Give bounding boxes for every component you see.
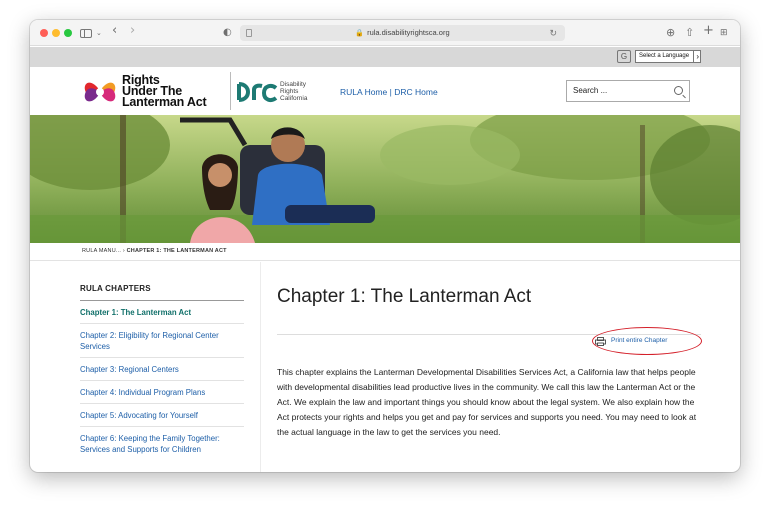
drc-name-line2: Rights	[280, 88, 299, 95]
new-tab-icon[interactable]: +	[703, 23, 714, 39]
browser-window: ⌄ ‹ › ◐ 🔒 rula.disabilityrightsca.org ↻ ⊕…	[30, 20, 740, 472]
rula-logo-icon[interactable]	[82, 74, 118, 110]
drc-home-link[interactable]: DRC Home	[394, 87, 437, 97]
chevron-left-icon[interactable]: ‹	[112, 23, 117, 39]
minimize-window-button[interactable]	[52, 29, 60, 37]
search-placeholder: Search ...	[573, 86, 608, 95]
translate-icon: G	[617, 50, 631, 63]
search-icon[interactable]	[674, 86, 683, 95]
logo-divider	[230, 72, 231, 110]
sidebar-item-chapter-5[interactable]: Chapter 5: Advocating for Yourself	[80, 404, 244, 427]
tab-overview-icon[interactable]: ⊞	[720, 25, 728, 41]
search-input[interactable]: Search ...	[566, 80, 690, 102]
sidebar-toggle-icon[interactable]	[80, 29, 92, 38]
address-url: rula.disabilityrightsca.org	[367, 28, 450, 37]
rula-site-name[interactable]: Rights Under The Lanterman Act	[122, 74, 207, 109]
address-bar[interactable]: 🔒 rula.disabilityrightsca.org ↻	[240, 25, 565, 41]
language-select[interactable]: Select a Language ›	[635, 50, 701, 63]
chapter-intro-text: This chapter explains the Lanterman Deve…	[277, 367, 697, 437]
breadcrumb-separator: ›	[122, 248, 125, 254]
hero-image	[30, 115, 740, 243]
sidebar-item-chapter-1[interactable]: Chapter 1: The Lanterman Act	[80, 301, 244, 324]
breadcrumb-parent[interactable]: RULA MANU...	[82, 248, 121, 254]
hero-photo-illustration	[30, 115, 740, 243]
drc-site-name: Disability Rights California	[280, 81, 307, 102]
sidebar-item-chapter-6[interactable]: Chapter 6: Keeping the Family Together: …	[80, 427, 244, 460]
breadcrumb-current: CHAPTER 1: THE LANTERMAN ACT	[126, 248, 227, 254]
page-divider	[30, 260, 740, 261]
privacy-shield-icon[interactable]: ◐	[223, 25, 232, 41]
drc-name-line1: Disability	[280, 81, 307, 88]
chevron-down-icon[interactable]: ⌄	[96, 25, 102, 41]
drc-name-line3: California	[280, 95, 308, 102]
rula-name-line3: Lanterman Act	[122, 95, 207, 109]
close-window-button[interactable]	[40, 29, 48, 37]
language-bar: G Select a Language ›	[30, 47, 740, 67]
page-title: Chapter 1: The Lanterman Act	[277, 286, 532, 307]
share-icon[interactable]: ⇧	[685, 25, 694, 41]
header-nav: RULA Home | DRC Home	[340, 87, 438, 97]
chapters-title: RULA CHAPTERS	[80, 284, 244, 301]
page-icon	[246, 29, 252, 37]
rula-home-link[interactable]: RULA Home	[340, 87, 387, 97]
chevron-right-icon: ›	[693, 51, 699, 62]
browser-toolbar: ⌄ ‹ › ◐ 🔒 rula.disabilityrightsca.org ↻ ⊕…	[30, 20, 740, 46]
site-header: Rights Under The Lanterman Act Disabilit…	[30, 68, 740, 115]
language-select-label: Select a Language	[639, 53, 690, 59]
chevron-right-icon[interactable]: ›	[130, 23, 135, 39]
highlight-annotation-ring	[592, 327, 702, 355]
drc-logo-icon[interactable]	[235, 78, 279, 106]
sidebar-item-chapter-4[interactable]: Chapter 4: Individual Program Plans	[80, 381, 244, 404]
sidebar-item-chapter-3[interactable]: Chapter 3: Regional Centers	[80, 358, 244, 381]
chapters-sidebar: RULA CHAPTERS Chapter 1: The Lanterman A…	[80, 284, 244, 460]
column-divider	[260, 262, 261, 472]
sidebar-item-chapter-2[interactable]: Chapter 2: Eligibility for Regional Cent…	[80, 324, 244, 358]
download-icon[interactable]: ⊕	[666, 25, 675, 41]
breadcrumb: RULA MANU... › CHAPTER 1: THE LANTERMAN …	[82, 248, 227, 254]
lock-icon: 🔒	[355, 30, 365, 37]
zoom-window-button[interactable]	[64, 29, 72, 37]
nav-separator: |	[389, 87, 392, 97]
reload-icon[interactable]: ↻	[549, 25, 557, 41]
